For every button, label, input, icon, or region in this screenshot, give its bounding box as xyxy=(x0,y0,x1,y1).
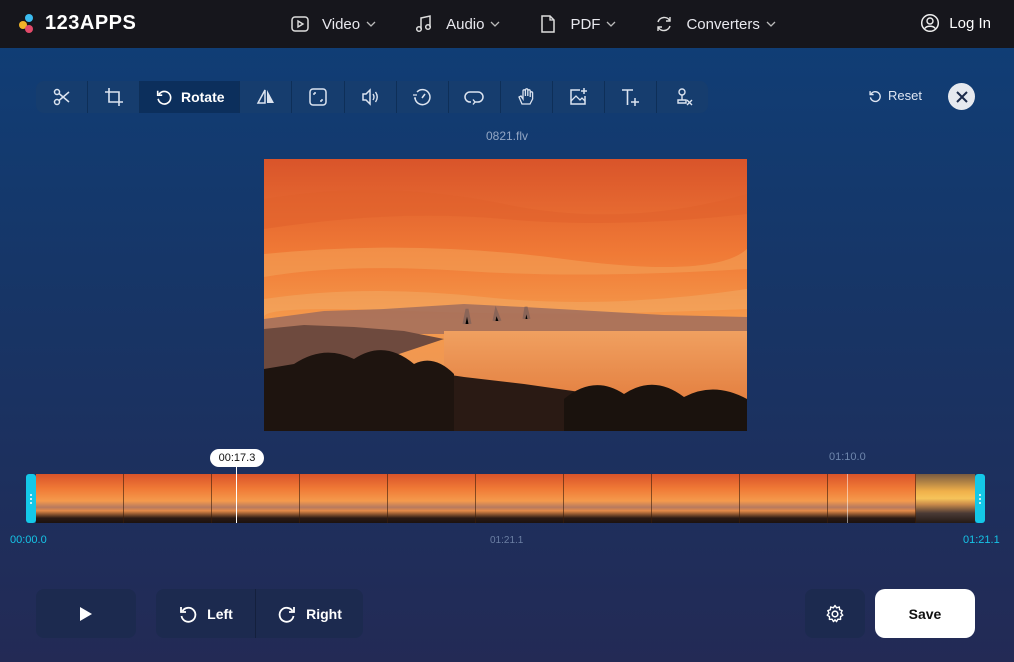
login-button[interactable]: Log In xyxy=(920,13,991,33)
tool-resize[interactable] xyxy=(292,81,345,113)
rotate-right-label: Right xyxy=(306,605,342,622)
tool-add-text[interactable] xyxy=(605,81,657,113)
tool-crop[interactable] xyxy=(88,81,141,113)
timeline-frame xyxy=(124,474,212,523)
timeline-frame xyxy=(916,474,975,523)
main-nav: Video Audio PDF Converters xyxy=(290,0,814,48)
app-logo[interactable]: 123APPS xyxy=(19,12,136,35)
add-text-icon xyxy=(622,89,640,106)
tool-rotate-label: Rotate xyxy=(180,89,225,105)
reset-icon xyxy=(869,90,881,102)
timeline-frame xyxy=(476,474,564,523)
sunset-frame-image xyxy=(264,159,747,431)
video-preview[interactable] xyxy=(264,159,747,431)
logo-text: 123APPS xyxy=(45,12,137,34)
nav-pdf[interactable]: PDF xyxy=(538,14,616,34)
nav-converters-label: Converters xyxy=(686,15,760,33)
flip-icon xyxy=(256,89,274,104)
rotate-right-icon xyxy=(278,606,296,623)
crop-icon xyxy=(104,88,123,106)
rotate-icon xyxy=(156,90,172,105)
timeline-strip[interactable] xyxy=(36,474,975,523)
timeline-frame xyxy=(300,474,388,523)
rotate-left-button[interactable]: Left xyxy=(156,589,256,638)
edit-toolbar: Rotate xyxy=(36,81,708,113)
convert-icon xyxy=(657,16,672,32)
remove-logo-icon xyxy=(676,88,693,106)
mid-time-label: 01:21.1 xyxy=(490,535,524,546)
hover-time-marker xyxy=(847,474,848,523)
top-header: 123APPS Video Audio PDF Converters Log I… xyxy=(0,0,1014,48)
save-button[interactable]: Save xyxy=(875,589,975,638)
nav-converters[interactable]: Converters xyxy=(654,14,776,34)
timeline-frame xyxy=(212,474,300,523)
nav-pdf-label: PDF xyxy=(570,15,601,33)
file-name: 0821.flv xyxy=(485,129,529,143)
video-icon xyxy=(291,16,309,32)
timeline-frame xyxy=(564,474,652,523)
resize-icon xyxy=(309,88,327,106)
settings-button[interactable] xyxy=(805,589,865,638)
login-label: Log In xyxy=(949,14,991,32)
play-icon xyxy=(80,606,92,621)
end-time-label: 01:21.1 xyxy=(963,534,1000,546)
timeline-frame xyxy=(652,474,740,523)
trim-end-handle[interactable] xyxy=(975,474,985,523)
gear-icon xyxy=(826,604,844,622)
start-time-label: 00:00.0 xyxy=(10,534,47,546)
rotate-left-label: Left xyxy=(207,605,233,622)
chevron-down-icon xyxy=(607,21,616,27)
add-image-icon xyxy=(570,88,588,105)
timeline-frame xyxy=(388,474,476,523)
timeline-frame xyxy=(740,474,828,523)
close-icon xyxy=(955,90,968,103)
reset-button[interactable]: Reset xyxy=(868,88,922,103)
play-button[interactable] xyxy=(36,589,136,638)
tool-stabilize[interactable] xyxy=(501,81,553,113)
tool-volume[interactable] xyxy=(345,81,397,113)
chevron-down-icon xyxy=(491,21,500,27)
rotate-left-icon xyxy=(180,606,197,623)
playhead-time[interactable]: 00:17.3 xyxy=(210,449,264,467)
document-icon xyxy=(541,15,556,33)
rotate-right-button[interactable]: Right xyxy=(256,589,363,638)
user-icon xyxy=(921,13,940,33)
timeline-frame xyxy=(36,474,124,523)
tool-speed[interactable] xyxy=(397,81,449,113)
tool-flip[interactable] xyxy=(240,81,293,113)
logo-mark-icon xyxy=(19,13,39,34)
music-note-icon xyxy=(416,15,432,33)
nav-audio[interactable]: Audio xyxy=(414,14,500,34)
close-button[interactable] xyxy=(948,83,975,110)
timeline-frame xyxy=(828,474,916,523)
reset-label: Reset xyxy=(888,88,922,103)
nav-video[interactable]: Video xyxy=(290,14,376,34)
hover-time-label: 01:10.0 xyxy=(829,451,866,463)
scissors-icon xyxy=(53,88,70,106)
tool-cut[interactable] xyxy=(36,81,89,113)
tool-remove-logo[interactable] xyxy=(657,81,708,113)
rotate-controls: Left Right xyxy=(156,589,363,638)
loop-icon xyxy=(464,91,484,105)
trim-start-handle[interactable] xyxy=(26,474,36,523)
nav-audio-label: Audio xyxy=(446,15,485,33)
chevron-down-icon xyxy=(366,21,376,27)
speed-icon xyxy=(413,88,431,106)
tool-add-image[interactable] xyxy=(553,81,605,113)
volume-icon xyxy=(362,88,378,106)
tool-rotate[interactable]: Rotate xyxy=(140,81,241,113)
tool-loop[interactable] xyxy=(449,81,501,113)
hand-icon xyxy=(518,88,534,105)
nav-video-label: Video xyxy=(322,15,361,33)
chevron-down-icon xyxy=(766,21,776,27)
playhead-line[interactable] xyxy=(236,467,237,523)
